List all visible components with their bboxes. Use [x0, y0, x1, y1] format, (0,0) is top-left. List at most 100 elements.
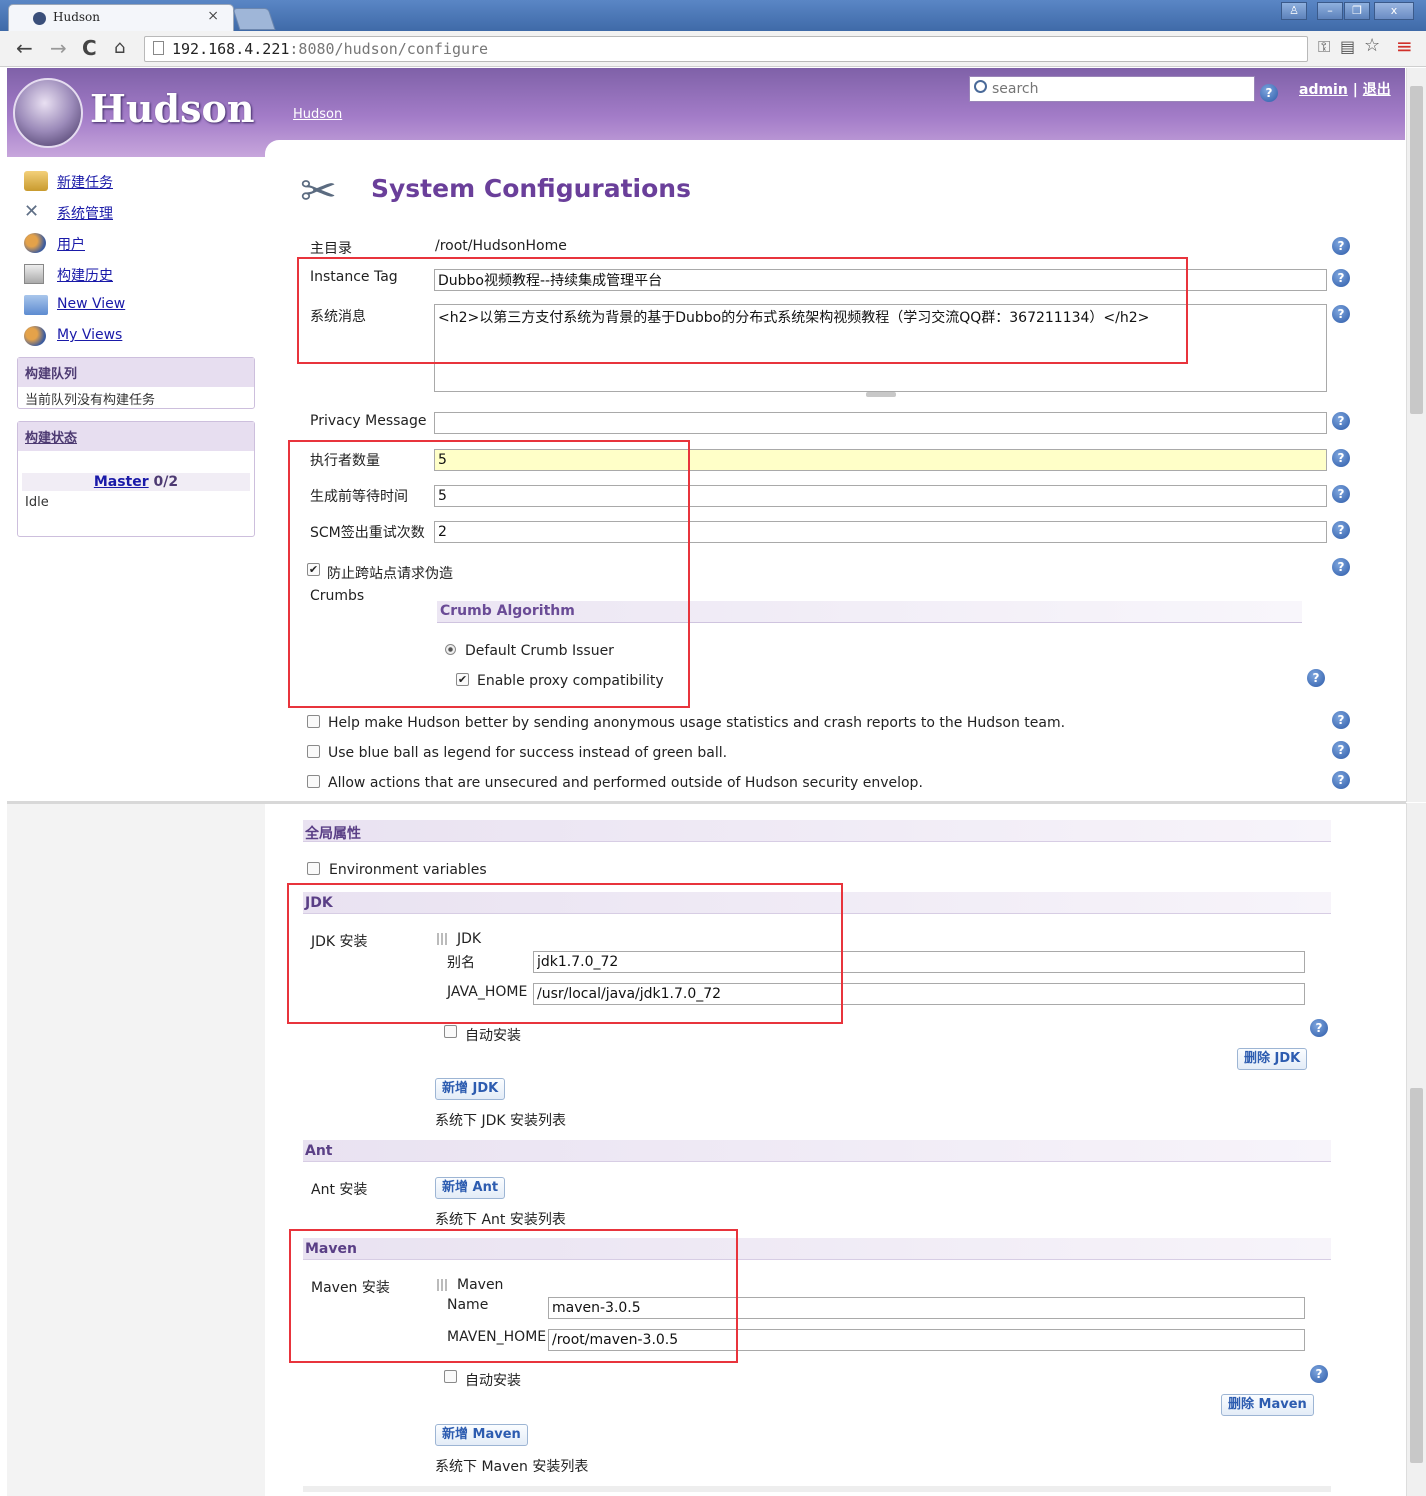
- folder-icon: [24, 295, 48, 315]
- sidebar-item-label[interactable]: 构建历史: [57, 265, 113, 285]
- breadcrumb-hudson[interactable]: Hudson: [293, 107, 342, 122]
- translate-icon[interactable]: ▤: [1340, 37, 1355, 56]
- unsecured-actions-label: Allow actions that are unsecured and per…: [328, 775, 923, 791]
- bookmark-star-icon[interactable]: ☆: [1364, 35, 1380, 56]
- minimize-button[interactable]: –: [1317, 2, 1343, 20]
- history-icon: [24, 264, 44, 284]
- home-dir-value: /root/HudsonHome: [435, 238, 567, 254]
- key-icon[interactable]: ⚿: [1318, 37, 1330, 57]
- executor-status-title[interactable]: 构建状态: [25, 431, 77, 446]
- add-maven-button[interactable]: 新增 Maven: [435, 1424, 528, 1446]
- help-icon[interactable]: ?: [1310, 1365, 1328, 1383]
- build-queue-title[interactable]: 构建队列: [18, 358, 254, 387]
- home-dir-label: 主目录: [310, 241, 352, 257]
- back-arrow-icon[interactable]: ←: [16, 37, 33, 59]
- executor-idle: Idle: [25, 495, 49, 510]
- annotation-box: [297, 257, 1188, 364]
- textarea-resize-handle[interactable]: [866, 392, 896, 397]
- sidebar-item-label[interactable]: 系统管理: [57, 203, 113, 223]
- next-section-edge: [303, 1486, 1331, 1492]
- help-icon[interactable]: ?: [1332, 521, 1350, 539]
- master-link[interactable]: Master: [94, 474, 149, 490]
- sidebar-item-label[interactable]: My Views: [57, 327, 122, 343]
- env-vars-label: Environment variables: [329, 862, 487, 878]
- global-properties-section: 全局属性: [303, 820, 1331, 842]
- sidebar-item-label[interactable]: 用户: [57, 234, 85, 254]
- privacy-message-input[interactable]: [434, 412, 1327, 434]
- help-icon[interactable]: ?: [1332, 449, 1350, 467]
- executor-status-panel: 构建状态 Master 0/2 Idle: [17, 421, 255, 537]
- sidebar-background: [7, 804, 265, 1496]
- usage-stats-checkbox[interactable]: [307, 715, 320, 728]
- users-icon: [24, 326, 46, 346]
- add-jdk-button[interactable]: 新增 JDK: [435, 1078, 506, 1100]
- logo-text: Hudson: [90, 86, 255, 131]
- master-count: 0/2: [153, 474, 179, 490]
- user-separator: |: [1352, 82, 1358, 98]
- url-text: 192.168.4.221:8080/hudson/configure: [172, 40, 488, 58]
- help-icon[interactable]: ?: [1332, 269, 1350, 287]
- help-icon[interactable]: ?: [1332, 741, 1350, 759]
- ant-install-label: Ant 安装: [311, 1182, 368, 1198]
- user-link[interactable]: admin: [1299, 82, 1348, 98]
- help-icon[interactable]: ?: [1332, 711, 1350, 729]
- help-icon[interactable]: ?: [1332, 485, 1350, 503]
- search-icon: [974, 80, 987, 93]
- help-icon[interactable]: ?: [1310, 1019, 1328, 1037]
- logout-link[interactable]: 退出: [1363, 82, 1391, 98]
- help-icon[interactable]: ?: [1307, 669, 1325, 687]
- privacy-message-label: Privacy Message: [310, 413, 427, 429]
- profile-icon[interactable]: ♙: [1281, 2, 1307, 20]
- help-icon[interactable]: ?: [1332, 412, 1350, 430]
- help-icon[interactable]: ?: [1332, 237, 1350, 255]
- forward-arrow-icon[interactable]: →: [50, 37, 67, 59]
- delete-maven-button[interactable]: 删除 Maven: [1221, 1394, 1314, 1416]
- tab-title: Hudson: [53, 10, 100, 24]
- ant-section: Ant: [303, 1140, 1331, 1162]
- tab-close-icon[interactable]: ×: [207, 8, 219, 24]
- search-input[interactable]: [990, 79, 1245, 99]
- user-links: admin | 退出: [1299, 79, 1391, 99]
- content-corner: [265, 140, 1405, 170]
- build-queue-empty: 当前队列没有构建任务: [25, 393, 156, 408]
- url-path: :8080/hudson/configure: [289, 40, 489, 58]
- scrollbar-thumb[interactable]: [1410, 1088, 1423, 1463]
- add-ant-button[interactable]: 新增 Ant: [435, 1177, 506, 1199]
- master-row: Master 0/2: [22, 473, 250, 491]
- page-title: System Configurations: [371, 174, 691, 203]
- maven-auto-install-checkbox[interactable]: [444, 1370, 457, 1383]
- help-icon[interactable]: ?: [1332, 771, 1350, 789]
- hudson-favicon-icon: [33, 12, 46, 25]
- env-vars-checkbox[interactable]: [307, 862, 320, 875]
- reload-icon[interactable]: C: [82, 37, 97, 59]
- blue-ball-label: Use blue ball as legend for success inst…: [328, 745, 728, 761]
- jdk-auto-install-checkbox[interactable]: [444, 1025, 457, 1038]
- help-icon[interactable]: ?: [1332, 305, 1350, 323]
- blue-ball-checkbox[interactable]: [307, 745, 320, 758]
- scrollbar[interactable]: [1406, 803, 1426, 1496]
- tools-icon: ✂: [300, 166, 337, 217]
- search-help-icon[interactable]: ?: [1260, 84, 1278, 102]
- unsecured-actions-checkbox[interactable]: [307, 775, 320, 788]
- scrollbar-thumb[interactable]: [1410, 86, 1423, 414]
- url-host: 192.168.4.221: [172, 40, 290, 58]
- url-field[interactable]: 192.168.4.221:8080/hudson/configure: [144, 36, 1308, 62]
- delete-jdk-button[interactable]: 删除 JDK: [1237, 1048, 1308, 1070]
- restore-button[interactable]: ❐: [1344, 2, 1370, 20]
- menu-icon[interactable]: ≡: [1396, 34, 1413, 58]
- new-tab-button[interactable]: [232, 8, 276, 30]
- maven-auto-install-label: 自动安装: [465, 1373, 521, 1389]
- new-job-icon: [24, 171, 48, 191]
- sidebar-item-label[interactable]: 新建任务: [57, 172, 113, 192]
- close-window-button[interactable]: x: [1374, 2, 1414, 20]
- help-icon[interactable]: ?: [1332, 558, 1350, 576]
- users-icon: [24, 233, 46, 253]
- home-icon[interactable]: ⌂: [114, 37, 125, 59]
- jdk-auto-install-label: 自动安装: [465, 1028, 521, 1044]
- address-bar: ← → C ⌂ 192.168.4.221:8080/hudson/config…: [0, 31, 1426, 67]
- search-box: [969, 76, 1255, 102]
- browser-tab[interactable]: Hudson ×: [8, 4, 234, 31]
- sidebar-item-label[interactable]: New View: [57, 296, 125, 312]
- annotation-box: [288, 440, 690, 708]
- scrollbar[interactable]: [1406, 68, 1426, 802]
